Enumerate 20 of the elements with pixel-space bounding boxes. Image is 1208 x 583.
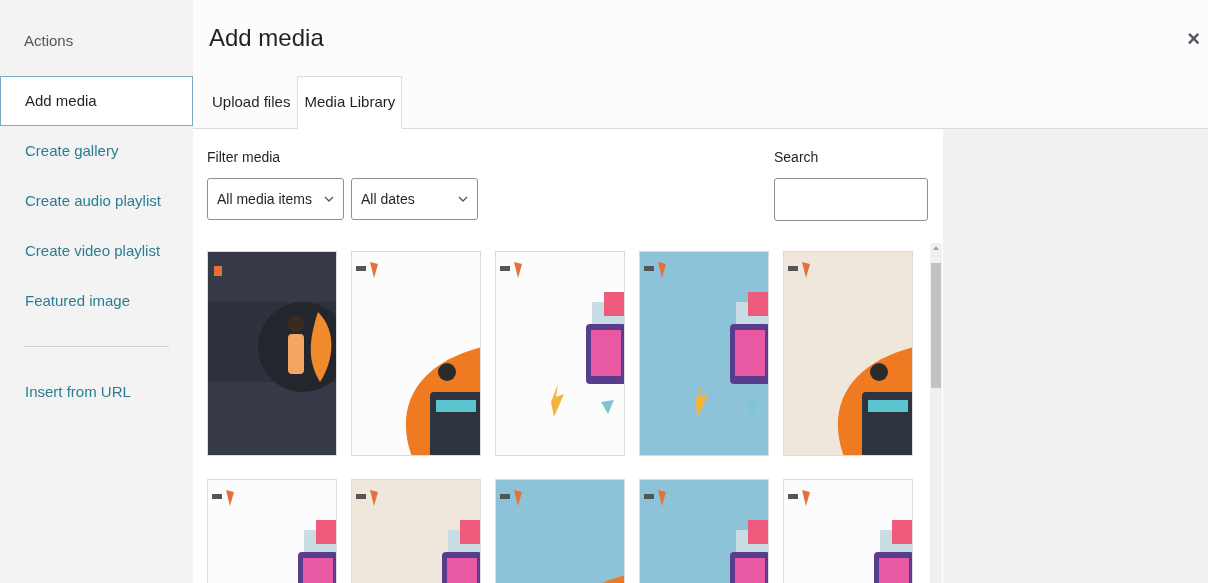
search-label: Search (774, 148, 820, 167)
sidebar-item[interactable]: Add media (0, 76, 193, 126)
filter-label: Filter media (207, 148, 282, 167)
chevron-down-icon (458, 196, 468, 202)
sidebar-item[interactable]: Featured image (0, 276, 193, 326)
scrollbar[interactable] (930, 243, 942, 583)
scrollbar-thumb[interactable] (931, 263, 941, 388)
modal-title: Add media (209, 23, 324, 53)
tab[interactable]: Media Library (297, 76, 403, 129)
tab[interactable]: Upload files (205, 76, 298, 129)
sidebar-item[interactable]: Create audio playlist (0, 176, 193, 226)
filter-dropdown[interactable]: All media items (207, 178, 344, 220)
search-field[interactable] (774, 178, 928, 221)
sidebar-item[interactable]: Create video playlist (0, 226, 193, 276)
sidebar-item[interactable]: Create gallery (0, 126, 193, 176)
chevron-down-icon (324, 196, 334, 202)
sidebar-item[interactable]: Insert from URL (0, 367, 193, 417)
sidebar-heading: Actions (23, 31, 75, 51)
filter-dropdown[interactable]: All dates (351, 178, 478, 220)
close-button[interactable]: × (1187, 21, 1200, 55)
